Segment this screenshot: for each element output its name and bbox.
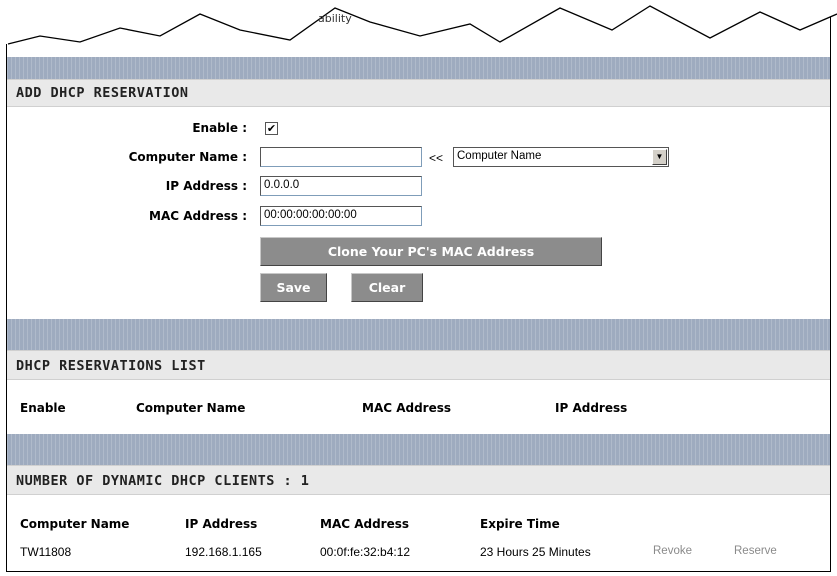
section-dynamic-clients: NUMBER OF DYNAMIC DHCP CLIENTS : 1 [7,465,830,495]
divider-stripe [7,319,830,350]
computer-name-input[interactable] [260,147,422,167]
enable-label: Enable : [192,121,247,135]
ip-address-input[interactable]: 0.0.0.0 [260,176,422,196]
divider-stripe [7,434,830,465]
client-computer-name: TW11808 [20,545,72,559]
reserve-link[interactable]: Reserve [734,545,777,557]
col-mac-address: MAC Address [362,401,452,415]
clear-button[interactable]: Clear [351,273,423,302]
torn-edge-decoration [0,0,837,45]
client-expire: 23 Hours 25 Minutes [480,545,591,559]
section-reservations-list: DHCP RESERVATIONS LIST [7,350,830,380]
col-computer-name: Computer Name [136,401,246,415]
enable-checkbox[interactable]: ✔ [265,122,278,135]
revoke-link[interactable]: Revoke [653,545,692,557]
save-button[interactable]: Save [260,273,327,302]
mac-address-input[interactable]: 00:00:00:00:00:00 [260,206,422,226]
col-mac-address: MAC Address [320,517,410,531]
client-ip: 192.168.1.165 [185,545,262,559]
client-mac: 00:0f:fe:32:b4:12 [320,545,411,559]
computer-name-label: Computer Name : [128,150,247,164]
header-stripe [7,57,830,79]
section-title: NUMBER OF DYNAMIC DHCP CLIENTS : 1 [16,473,310,489]
transfer-symbol: << [429,151,444,165]
section-add-reservation: ADD DHCP RESERVATION [7,79,830,107]
ip-address-label: IP Address : [165,179,247,193]
col-enable: Enable [20,401,66,415]
col-expire-time: Expire Time [480,517,560,531]
clone-mac-button[interactable]: Clone Your PC's MAC Address [260,237,602,266]
select-value: Computer Name [457,150,542,162]
torn-header-text: ability [318,12,352,25]
section-title: ADD DHCP RESERVATION [16,85,189,101]
mac-address-label: MAC Address : [149,209,247,223]
col-computer-name: Computer Name [20,517,130,531]
col-ip-address: IP Address [555,401,628,415]
chevron-down-icon[interactable]: ▼ [652,149,667,165]
computer-name-select[interactable]: Computer Name ▼ [453,147,669,167]
section-title: DHCP RESERVATIONS LIST [16,358,206,374]
col-ip-address: IP Address [185,517,258,531]
